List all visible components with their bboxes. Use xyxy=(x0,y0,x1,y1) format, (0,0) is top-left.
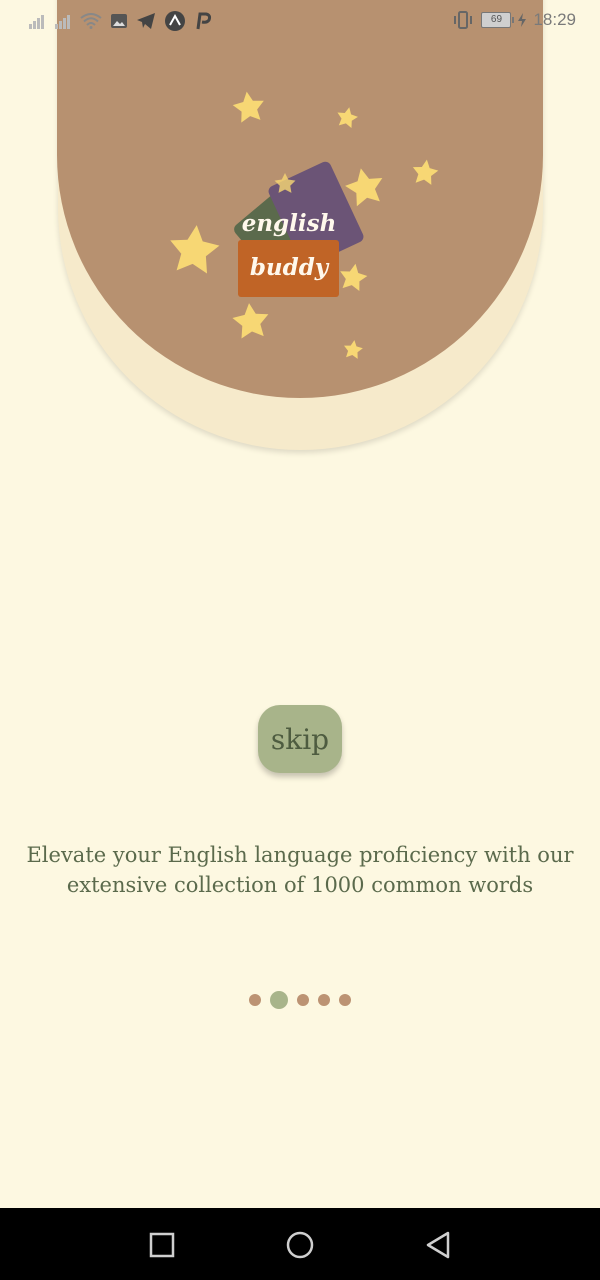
home-button[interactable] xyxy=(285,1230,315,1260)
system-nav-bar xyxy=(0,1208,600,1280)
skip-button[interactable]: skip xyxy=(258,705,342,773)
hero-banner: english buddy xyxy=(57,0,543,398)
onboarding-description: Elevate your English language proficienc… xyxy=(26,843,574,897)
star-icon xyxy=(167,222,222,275)
charging-icon xyxy=(517,12,527,28)
image-icon xyxy=(110,13,128,29)
page-indicator xyxy=(0,990,600,1010)
recents-button[interactable] xyxy=(147,1230,177,1260)
signal-icon xyxy=(28,13,46,29)
star-icon xyxy=(337,261,370,292)
star-icon xyxy=(231,89,267,124)
vibrate-icon xyxy=(451,11,475,29)
battery-icon: 69 xyxy=(481,12,515,28)
wifi-icon xyxy=(80,13,102,29)
status-left-icons xyxy=(28,10,212,32)
logo-text-english: english xyxy=(242,210,337,237)
page-dot[interactable] xyxy=(339,994,351,1006)
star-icon xyxy=(231,301,271,340)
telegram-icon xyxy=(136,12,156,30)
page-dot[interactable] xyxy=(297,994,309,1006)
arc-icon xyxy=(164,10,186,32)
star-icon xyxy=(342,164,387,208)
status-time: 18:29 xyxy=(533,10,576,29)
hero-illustration: english buddy xyxy=(167,89,440,360)
star-icon xyxy=(342,338,364,360)
page-dot[interactable] xyxy=(318,994,330,1006)
signal-icon xyxy=(54,13,72,29)
status-bar: 69 18:29 xyxy=(0,0,600,44)
logo-text-buddy: buddy xyxy=(250,254,330,281)
status-right-icons: 69 18:29 xyxy=(451,10,576,30)
page-dot-active[interactable] xyxy=(270,991,288,1009)
star-icon xyxy=(334,105,360,129)
back-button[interactable] xyxy=(424,1230,454,1260)
page-dot[interactable] xyxy=(249,994,261,1006)
star-icon xyxy=(410,157,440,186)
p-app-icon xyxy=(194,11,212,31)
